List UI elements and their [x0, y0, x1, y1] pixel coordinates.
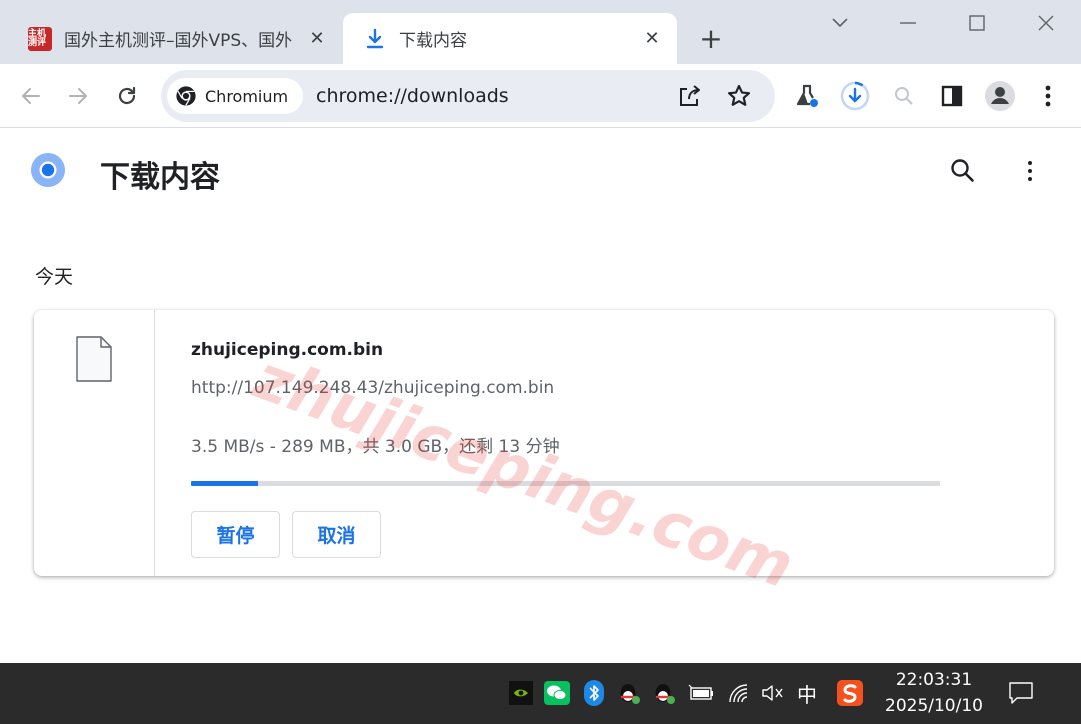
notifications-icon[interactable]	[1008, 680, 1034, 706]
search-icon	[951, 159, 974, 182]
nvidia-icon[interactable]	[508, 680, 534, 706]
download-icon	[366, 28, 384, 48]
browser-menu-button[interactable]	[1030, 78, 1066, 114]
address-bar[interactable]: Chromium chrome://downloads	[161, 70, 775, 122]
card-divider	[154, 310, 155, 576]
star-icon	[727, 84, 751, 106]
download-status: 3.5 MB/s - 289 MB，共 3.0 GB，还剩 13 分钟	[191, 437, 560, 457]
bookmark-button[interactable]	[725, 82, 753, 110]
clock-time[interactable]: 22:03:31	[868, 670, 1000, 690]
back-button[interactable]	[13, 78, 49, 114]
speaker-muted-icon[interactable]	[760, 680, 786, 706]
close-window-icon[interactable]	[1031, 10, 1061, 36]
tab-zhujiceping[interactable]: 主机测评 国外主机测评–国外VPS、国外 ✕	[18, 13, 342, 64]
clock-date[interactable]: 2025/10/10	[868, 696, 1000, 716]
site-favicon-icon: 主机测评	[28, 26, 52, 51]
arrow-left-icon	[22, 88, 40, 104]
battery-icon[interactable]	[688, 680, 714, 706]
new-tab-button[interactable]: +	[698, 25, 724, 53]
share-button[interactable]	[676, 82, 704, 110]
date-header: 今天	[35, 266, 74, 288]
download-progress-icon	[840, 81, 870, 111]
bluetooth-icon[interactable]	[581, 680, 607, 706]
share-icon	[680, 85, 700, 106]
page-title: 下载内容	[100, 160, 220, 195]
file-name-link[interactable]: zhujiceping.com.bin	[191, 340, 383, 360]
close-icon[interactable]: ✕	[306, 27, 328, 49]
search-downloads-button[interactable]	[948, 156, 978, 186]
ime-indicator[interactable]: 中	[794, 680, 820, 707]
progress-fill	[191, 481, 259, 486]
download-item-card: zhujiceping.com.bin http://107.149.248.4…	[34, 310, 1054, 576]
minimize-icon[interactable]	[893, 10, 923, 36]
labs-button[interactable]	[789, 78, 825, 114]
qq-icon[interactable]	[651, 680, 677, 706]
search-icon	[895, 87, 913, 105]
more-actions-button[interactable]	[1016, 156, 1044, 186]
forward-button[interactable]	[60, 78, 96, 114]
download-progress-bar	[191, 481, 940, 486]
site-info-chip[interactable]: Chromium	[167, 78, 303, 114]
profile-button[interactable]	[982, 78, 1018, 114]
browser-toolbar: Chromium chrome://downloads	[0, 64, 1081, 128]
reload-button[interactable]	[109, 78, 145, 114]
favicon-text: 主机测评	[28, 28, 47, 48]
close-icon[interactable]: ✕	[641, 27, 663, 49]
sogou-ime-icon[interactable]	[837, 680, 863, 706]
maximize-icon[interactable]	[962, 10, 992, 36]
tab-title: 下载内容	[399, 31, 467, 51]
tab-title: 国外主机测评–国外VPS、国外	[64, 31, 293, 51]
tab-downloads[interactable]: 下载内容 ✕	[343, 13, 677, 64]
zoom-button[interactable]	[886, 78, 922, 114]
taskbar: 中 22:03:31 2025/10/10	[0, 663, 1081, 724]
arrow-right-icon	[69, 88, 87, 104]
tab-strip: 主机测评 国外主机测评–国外VPS、国外 ✕ 下载内容 ✕ +	[0, 0, 1081, 64]
file-icon	[76, 336, 112, 382]
chip-label: Chromium	[205, 86, 289, 106]
pause-button[interactable]: 暂停	[191, 511, 280, 558]
flask-icon	[796, 84, 818, 107]
qq-icon[interactable]	[616, 680, 642, 706]
cancel-button[interactable]: 取消	[292, 511, 381, 558]
more-vert-icon	[1045, 85, 1051, 107]
url-text[interactable]: chrome://downloads	[316, 85, 509, 107]
side-panel-button[interactable]	[934, 78, 970, 114]
side-panel-icon	[941, 85, 963, 107]
file-url-link[interactable]: http://107.149.248.43/zhujiceping.com.bi…	[191, 378, 554, 398]
tab-search-chevron-icon[interactable]	[825, 10, 855, 36]
downloads-button[interactable]	[837, 78, 873, 114]
chromium-icon	[176, 86, 196, 106]
reload-icon	[118, 86, 136, 105]
wifi-icon[interactable]	[726, 680, 752, 706]
avatar-icon	[985, 81, 1015, 111]
chrome-logo-icon	[31, 153, 65, 187]
wechat-icon[interactable]	[544, 680, 570, 706]
